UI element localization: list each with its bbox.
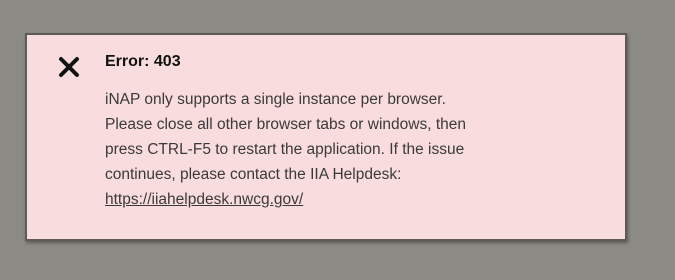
error-dialog: Error: 403 iNAP only supports a single i…	[25, 33, 627, 241]
error-message-line: press CTRL-F5 to restart the application…	[105, 141, 465, 158]
error-title: Error: 403	[105, 53, 181, 70]
close-icon[interactable]	[57, 55, 81, 79]
error-message-line: continues, please contact the IIA Helpde…	[105, 166, 402, 183]
error-message-line: Please close all other browser tabs or w…	[105, 116, 466, 133]
helpdesk-link[interactable]: https://iiahelpdesk.nwcg.gov/	[105, 187, 303, 212]
error-message-line: iNAP only supports a single instance per…	[105, 91, 446, 108]
error-message: iNAP only supports a single instance per…	[105, 87, 605, 212]
